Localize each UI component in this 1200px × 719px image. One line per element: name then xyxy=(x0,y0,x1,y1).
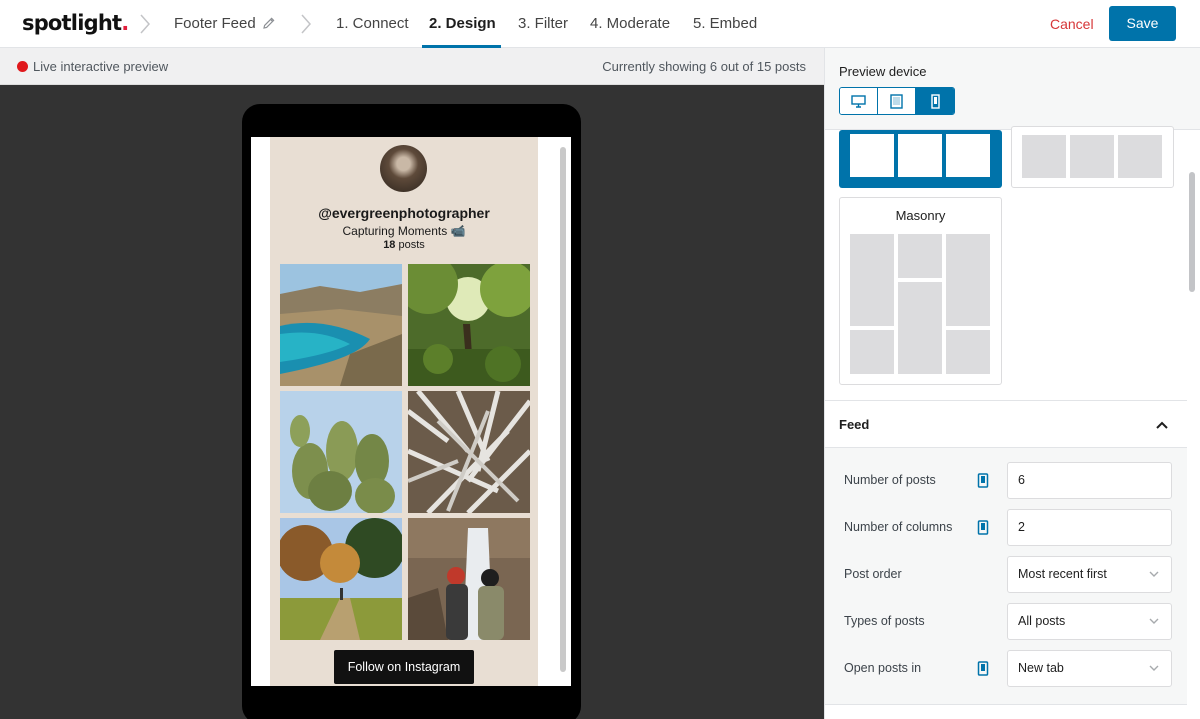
open-posts-in-label: Open posts in xyxy=(844,661,922,675)
open-posts-in-select[interactable]: New tab xyxy=(1007,650,1172,687)
open-posts-in-value: New tab xyxy=(1018,661,1064,675)
number-of-posts-label: Number of posts xyxy=(844,473,936,487)
feed-photo-lagoon[interactable] xyxy=(280,264,402,386)
layout-cell xyxy=(946,234,990,326)
post-order-label: Post order xyxy=(844,567,902,581)
layout-cell xyxy=(1070,135,1114,178)
layout-grid-option[interactable] xyxy=(839,130,1002,188)
layout-options: Masonry xyxy=(825,126,1187,400)
phone-device-button[interactable] xyxy=(916,88,954,114)
masonry-label: Masonry xyxy=(895,208,946,223)
chevron-right-icon xyxy=(300,14,312,34)
profile-avatar[interactable] xyxy=(380,145,427,192)
tablet-icon xyxy=(890,93,903,109)
step-filter[interactable]: 3. Filter xyxy=(518,15,568,32)
layout-cell xyxy=(850,234,894,326)
layout-cell xyxy=(898,282,942,374)
feed-name[interactable]: Footer Feed xyxy=(174,15,256,32)
feed-photo-autumn-park[interactable] xyxy=(280,518,402,640)
phone-icon xyxy=(977,520,989,535)
feed-photo-forest[interactable] xyxy=(408,264,530,386)
types-of-posts-value: All posts xyxy=(1018,614,1066,628)
preview-device-section: Preview device xyxy=(825,48,1200,130)
preview-device-toggle xyxy=(839,87,955,115)
next-section-edge xyxy=(825,704,1187,719)
live-preview-label: Live interactive preview xyxy=(33,59,169,74)
profile-post-count: 18 posts xyxy=(270,239,538,251)
layout-masonry-option[interactable]: Masonry xyxy=(839,197,1002,385)
showing-count-text: Currently showing 6 out of 15 posts xyxy=(602,59,806,74)
chevron-right-icon xyxy=(139,14,151,34)
feed-photo-waterfall[interactable] xyxy=(408,518,530,640)
live-indicator-dot xyxy=(17,61,28,72)
follow-on-instagram-button[interactable]: Follow on Instagram xyxy=(334,650,474,684)
step-design[interactable]: 2. Design xyxy=(429,15,496,32)
profile-bio: Capturing Moments 📹 xyxy=(342,224,466,238)
number-of-posts-input[interactable]: 6 xyxy=(1007,462,1172,499)
post-count-suffix: posts xyxy=(395,239,425,251)
chevron-down-icon xyxy=(1149,665,1159,671)
types-of-posts-label: Types of posts xyxy=(844,614,925,628)
feed-section-header[interactable]: Feed xyxy=(825,400,1187,448)
logo-text: spotlight xyxy=(22,11,122,35)
feed-settings-fields: Number of posts 6 Number of columns 2 Po… xyxy=(825,448,1187,719)
desktop-icon xyxy=(851,94,866,108)
preview-device-label: Preview device xyxy=(839,64,927,79)
instagram-feed: @evergreenphotographer Capturing Moments… xyxy=(270,137,538,686)
phone-icon xyxy=(930,93,940,109)
phone-screen[interactable]: @evergreenphotographer Capturing Moments… xyxy=(251,137,571,686)
cancel-button[interactable]: Cancel xyxy=(1050,16,1094,32)
edit-pencil-icon[interactable] xyxy=(262,16,276,30)
settings-panel: Preview device Masonry Feed Number of po… xyxy=(824,48,1200,719)
chevron-down-icon xyxy=(1149,618,1159,624)
feed-photo-cactus[interactable] xyxy=(280,391,402,513)
chevron-up-icon[interactable] xyxy=(1155,418,1169,432)
logo-dot: . xyxy=(121,11,129,35)
layout-cell xyxy=(1022,135,1066,178)
layout-cell xyxy=(850,134,894,177)
step-embed[interactable]: 5. Embed xyxy=(693,15,757,32)
phone-scrollbar[interactable] xyxy=(560,147,566,672)
post-order-select[interactable]: Most recent first xyxy=(1007,556,1172,593)
profile-username[interactable]: @evergreenphotographer xyxy=(270,205,538,221)
step-moderate[interactable]: 4. Moderate xyxy=(590,15,670,32)
top-bar: spotlight. Footer Feed 1. Connect 2. Des… xyxy=(0,0,1200,48)
layout-cell xyxy=(898,134,942,177)
number-of-columns-label: Number of columns xyxy=(844,520,953,534)
phone-icon xyxy=(977,473,989,488)
save-button[interactable]: Save xyxy=(1109,6,1176,41)
layout-cell xyxy=(850,330,894,374)
panel-scrollbar[interactable] xyxy=(1189,172,1195,292)
post-order-value: Most recent first xyxy=(1018,567,1107,581)
layout-cell xyxy=(1118,135,1162,178)
phone-icon xyxy=(977,661,989,676)
layout-cell xyxy=(946,330,990,374)
feed-section-title: Feed xyxy=(839,417,870,432)
chevron-down-icon xyxy=(1149,571,1159,577)
feed-photo-frost[interactable] xyxy=(408,391,530,513)
spotlight-logo[interactable]: spotlight. xyxy=(22,11,129,35)
layout-cell xyxy=(946,134,990,177)
number-of-columns-input[interactable]: 2 xyxy=(1007,509,1172,546)
layout-cell xyxy=(898,234,942,278)
post-count-number: 18 xyxy=(383,239,396,251)
desktop-device-button[interactable] xyxy=(840,88,878,114)
step-connect[interactable]: 1. Connect xyxy=(336,15,409,32)
types-of-posts-select[interactable]: All posts xyxy=(1007,603,1172,640)
preview-status-bar: Live interactive preview Currently showi… xyxy=(0,48,824,85)
layout-highlight-option[interactable] xyxy=(1011,126,1174,188)
tablet-device-button[interactable] xyxy=(878,88,916,114)
